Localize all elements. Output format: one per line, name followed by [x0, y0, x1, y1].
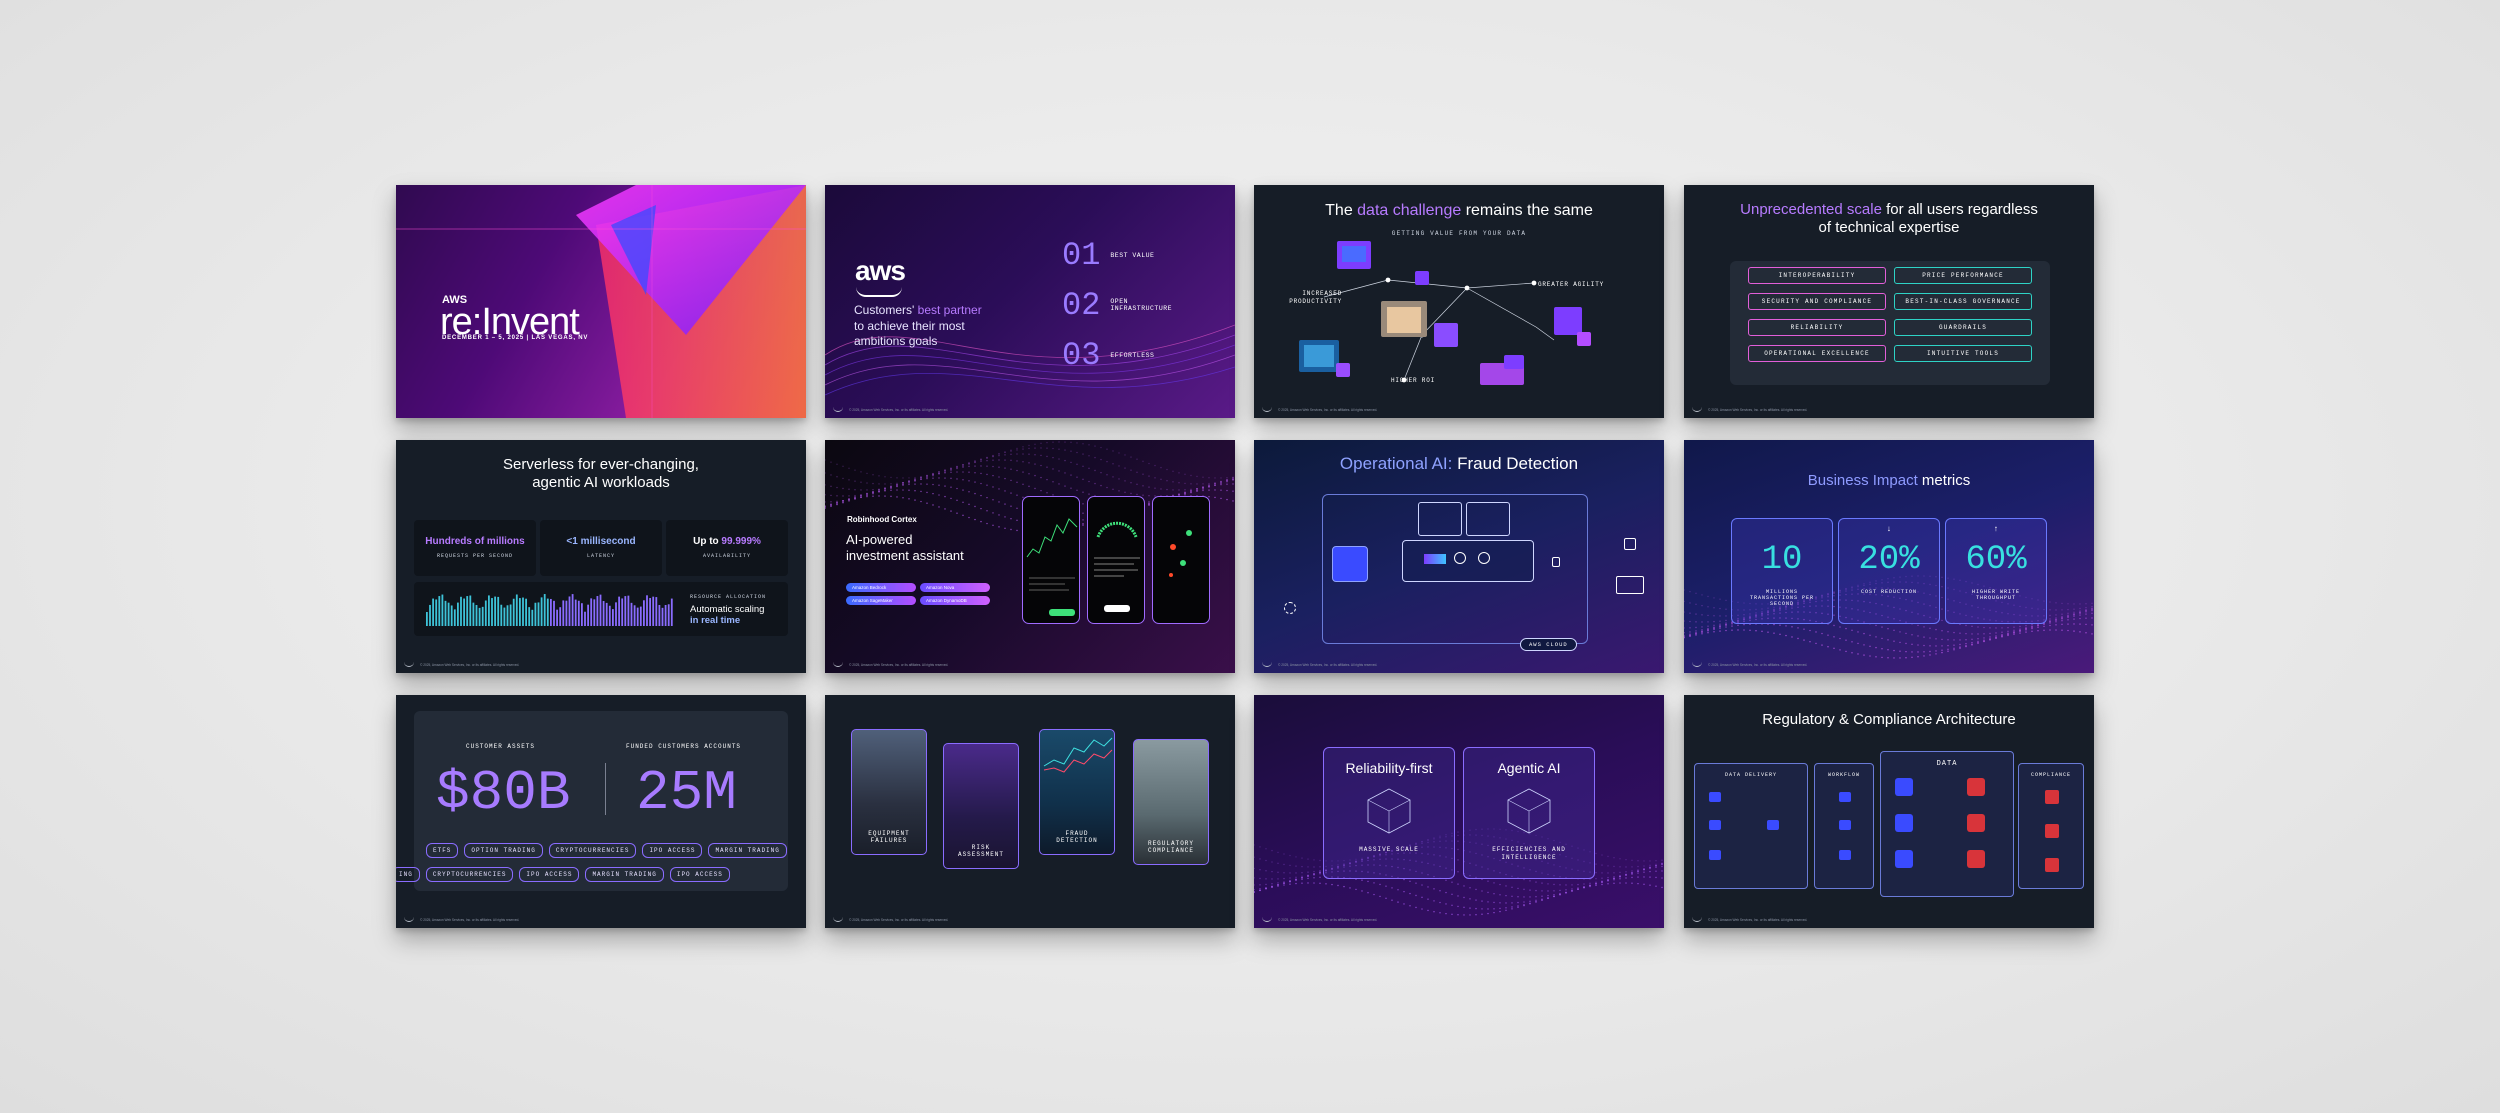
slide-footer: © 2025, Amazon Web Services, Inc. or its… — [833, 662, 948, 667]
card-regulatory: REGULATORY COMPLIANCE — [1133, 739, 1209, 865]
resource-text: RESOURCE ALLOCATION Automatic scaling in… — [690, 594, 767, 626]
cap-guardrails: GUARDRAILS — [1894, 319, 2032, 336]
db-icon — [1552, 557, 1560, 567]
accounts-value: 25M — [636, 761, 737, 825]
metric-card: ↓ 20% COST REDUCTION — [1838, 518, 1940, 624]
cap-tools: INTUITIVE TOOLS — [1894, 345, 2032, 362]
cap-governance: BEST-IN-CLASS GOVERNANCE — [1894, 293, 2032, 310]
col-data: DATA — [1880, 751, 2014, 897]
slide-business-impact[interactable]: Business Impact metrics 10 MILLIONS TRAN… — [1684, 440, 2094, 673]
slide-footer: © 2025, Amazon Web Services, Inc. or its… — [1262, 662, 1377, 667]
slide-title: Business Impact metrics — [1807, 472, 1971, 489]
cap-reliability: RELIABILITY — [1748, 319, 1886, 336]
slide-footer: © 2025, Amazon Web Services, Inc. or its… — [1262, 917, 1377, 922]
cube-icon — [1367, 788, 1411, 834]
slide-customer-assets[interactable]: CUSTOMER ASSETS FUNDED CUSTOMERS ACCOUNT… — [396, 695, 806, 928]
stat-card: <1 millisecond LATENCY — [540, 520, 662, 576]
col-data-delivery: DATA DELIVERY — [1694, 763, 1808, 889]
bar-icon — [1424, 554, 1446, 564]
slide-title: Operational AI: Fraud Detection — [1339, 454, 1579, 473]
gauge-icon — [1478, 552, 1490, 564]
lock-icon — [1624, 538, 1636, 550]
agent-icon — [1332, 546, 1368, 582]
product-pills-row2: ING CRYPTOCURRENCIES IPO ACCESS MARGIN TRAD… — [396, 867, 730, 882]
slide-compliance-architecture[interactable]: Regulatory & Compliance Architecture DAT… — [1684, 695, 2094, 928]
cap-operational: OPERATIONAL EXCELLENCE — [1748, 345, 1886, 362]
assets-heading: CUSTOMER ASSETS — [466, 743, 536, 750]
slide-reliability-agentic[interactable]: Reliability-first MASSIVE SCALE Agentic … — [1254, 695, 1664, 928]
label-productivity: INCREASED PRODUCTIVITY — [1289, 290, 1342, 305]
cap-price: PRICE PERFORMANCE — [1894, 267, 2032, 284]
cube-icon — [1507, 788, 1551, 834]
aws-cloud-badge: AWS CLOUD — [1520, 638, 1577, 651]
slide-footer: © 2025, Amazon Web Services, Inc. or its… — [404, 917, 519, 922]
metric-card: 10 MILLIONS TRANSACTIONS PER SECOND — [1731, 518, 1833, 624]
stat-card: Up to 99.999% AVAILABILITY — [666, 520, 788, 576]
sun-icon — [1284, 602, 1296, 614]
slide-title: AI-powered investment assistant — [846, 532, 964, 563]
slide-title: Serverless for ever-changing, agentic AI … — [503, 456, 699, 491]
aws-logo: aws — [855, 255, 906, 286]
cap-interoperability: INTEROPERABILITY — [1748, 267, 1886, 284]
slide-footer: © 2025, Amazon Web Services, Inc. or its… — [404, 662, 519, 667]
slide-serverless[interactable]: Serverless for ever-changing, agentic AI … — [396, 440, 806, 673]
slide-reinvent-title[interactable]: AWS re:Invent DECEMBER 1 – 5, 2025 | LAS… — [396, 185, 806, 418]
smile-icon — [856, 287, 902, 297]
col-compliance: COMPLIANCE — [2018, 763, 2084, 889]
data-box-2 — [1466, 502, 1510, 536]
slide-title: Unprecedented scale for all users regard… — [1740, 201, 2038, 236]
card-equipment: EQUIPMENT FAILURES — [851, 729, 927, 855]
slide-data-challenge[interactable]: The data challenge remains the same GETT… — [1254, 185, 1664, 418]
robinhood-brand: Robinhood Cortex — [847, 515, 917, 524]
label-roi: HIGHER ROI — [1391, 377, 1436, 384]
slide-footer: © 2025, Amazon Web Services, Inc. or its… — [1262, 407, 1377, 412]
slide-aws-partner[interactable]: aws Customers' best partner to achieve t… — [825, 185, 1235, 418]
slide-robinhood[interactable]: Robinhood Cortex AI-powered investment as… — [825, 440, 1235, 673]
dot-wave-bg — [1254, 828, 1663, 916]
phone-mockup — [1152, 496, 1210, 624]
pen-icon — [1454, 552, 1466, 564]
numbered-list: 01 BEST VALUE 02 OPEN INFRASTRUCTURE 03 EFF… — [1062, 236, 1173, 374]
slide-footer: © 2025, Amazon Web Services, Inc. or its… — [1692, 917, 1807, 922]
service-tags: Amazon Bedrock Amazon Nova Amazon SageMa… — [846, 583, 996, 605]
scaling-bars — [426, 594, 673, 626]
cap-security: SECURITY AND COMPLIANCE — [1748, 293, 1886, 310]
event-date: DECEMBER 1 – 5, 2025 | LAS VEGAS, NV — [442, 335, 589, 341]
assets-value: $80B — [436, 761, 571, 825]
product-pills-row1: ETFS OPTION TRADING CRYPTOCURRENCIES IPO AC… — [426, 843, 787, 858]
slide-footer: © 2025, Amazon Web Services, Inc. or its… — [1692, 407, 1807, 412]
divider — [605, 763, 606, 815]
card-fraud: FRAUD DETECTION — [1039, 729, 1115, 855]
card-agentic: Agentic AI EFFICIENCIES AND INTELLIGENCE — [1463, 747, 1595, 879]
card-reliability: Reliability-first MASSIVE SCALE — [1323, 747, 1455, 879]
stat-card: Hundreds of millions REQUESTS PER SECOND — [414, 520, 536, 576]
phone-mockup — [1022, 496, 1080, 624]
partner-text: Customers' best partner to achieve their… — [854, 303, 982, 349]
label-agility: GREATER AGILITY — [1538, 281, 1605, 288]
phone-mockup — [1087, 496, 1145, 624]
col-workflow: WORKFLOW — [1814, 763, 1874, 889]
slide-title: Regulatory & Compliance Architecture — [1762, 711, 2016, 728]
accounts-heading: FUNDED CUSTOMERS ACCOUNTS — [626, 743, 742, 750]
data-box-1 — [1418, 502, 1462, 536]
investigation-box — [1402, 540, 1534, 582]
slide-footer: © 2025, Amazon Web Services, Inc. or its… — [833, 917, 948, 922]
metric-card: ↑ 60% HIGHER WRITE THROUGHPUT — [1945, 518, 2047, 624]
browser-icon — [1616, 576, 1644, 594]
slide-use-cases[interactable]: EQUIPMENT FAILURES RISK ASSESSMENT FRAUD… — [825, 695, 1235, 928]
slide-footer: © 2025, Amazon Web Services, Inc. or its… — [1692, 662, 1807, 667]
slide-unprecedented-scale[interactable]: Unprecedented scale for all users regard… — [1684, 185, 2094, 418]
slide-fraud-detection[interactable]: Operational AI: Fraud Detection AWS CLOU… — [1254, 440, 1664, 673]
slide-footer: © 2025, Amazon Web Services, Inc. or its… — [833, 407, 948, 412]
card-risk: RISK ASSESSMENT — [943, 743, 1019, 869]
